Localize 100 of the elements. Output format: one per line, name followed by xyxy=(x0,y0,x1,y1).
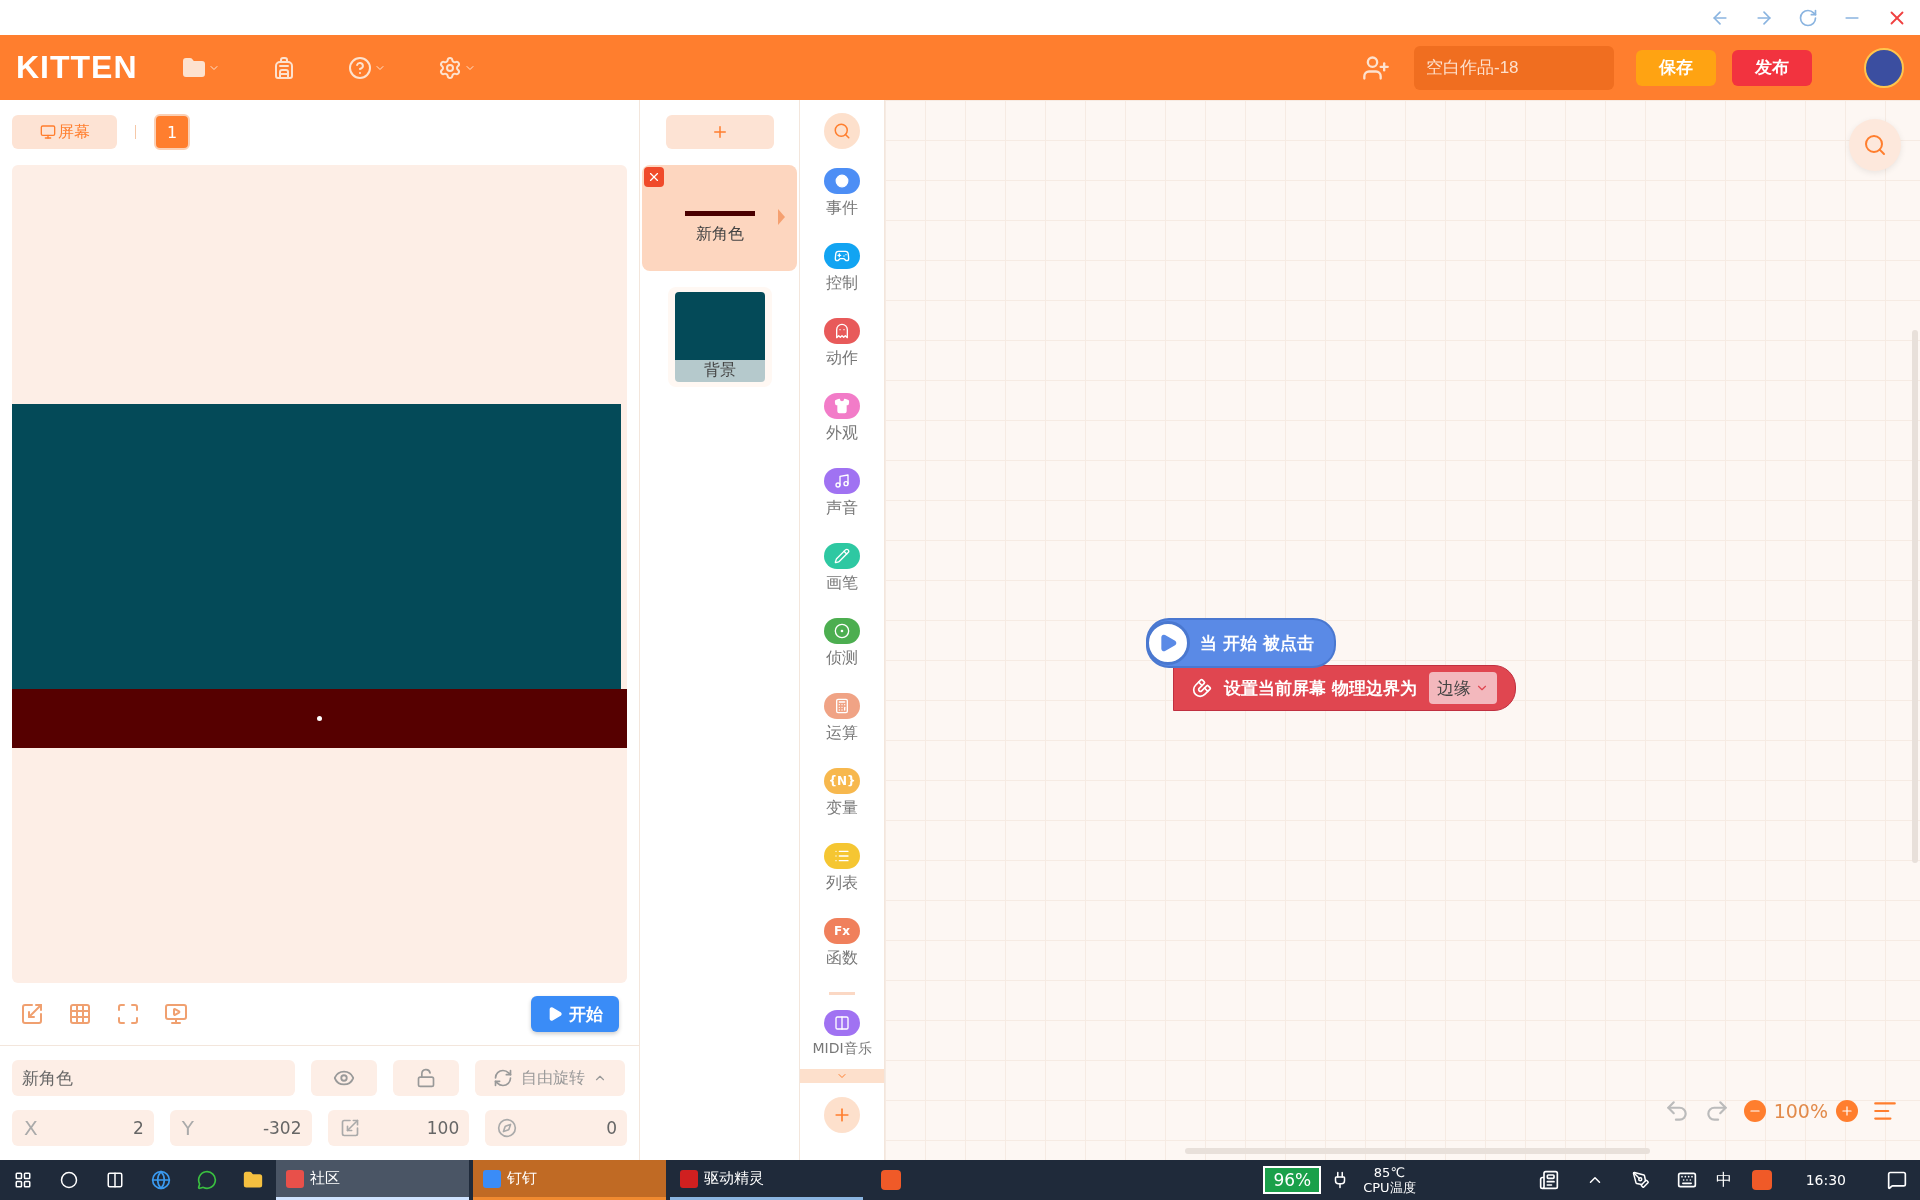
category-item[interactable]: 运算 xyxy=(800,688,884,763)
taskbar-app[interactable]: 钉钉 xyxy=(473,1160,666,1200)
taskbar-app[interactable]: 社区 xyxy=(276,1160,469,1200)
scale-icon xyxy=(339,1118,360,1138)
search-icon xyxy=(1863,133,1887,157)
category-item[interactable]: 画笔 xyxy=(800,538,884,613)
background-label: 背景 xyxy=(674,360,765,382)
category-item[interactable]: 控制 xyxy=(800,238,884,313)
category-badge: Fx xyxy=(824,918,860,944)
zoom-level: 100% xyxy=(1773,1100,1828,1122)
gamepad-icon xyxy=(834,248,850,264)
sprite-card[interactable]: 新角色 xyxy=(642,165,797,271)
preview-icon[interactable] xyxy=(164,1002,188,1027)
list-icon xyxy=(834,848,850,864)
direction-icon xyxy=(497,1118,518,1138)
app-icon xyxy=(286,1169,304,1188)
input-method-indicator[interactable]: 中 xyxy=(1715,1169,1732,1191)
settings-icon xyxy=(437,55,462,80)
app-icon xyxy=(483,1169,501,1188)
grid-icon[interactable] xyxy=(68,1002,92,1027)
lock-button[interactable] xyxy=(393,1060,459,1096)
block-search-button[interactable] xyxy=(1849,119,1901,171)
play-icon xyxy=(547,1006,563,1023)
ghost-icon xyxy=(834,323,850,339)
help-icon xyxy=(347,55,372,80)
rotation-mode-button[interactable]: 自由旋转 xyxy=(475,1060,625,1096)
close-icon xyxy=(647,170,661,184)
category-item[interactable]: 侦测 xyxy=(800,613,884,688)
zoom-out-button[interactable] xyxy=(1743,1100,1766,1122)
category-item[interactable]: Fx 函数 xyxy=(800,913,884,988)
category-item[interactable]: 事件 xyxy=(800,163,884,238)
add-user-icon[interactable] xyxy=(1362,53,1390,82)
category-item[interactable]: 声音 xyxy=(800,463,884,538)
app-icon xyxy=(680,1169,698,1188)
speech-bubble-icon xyxy=(197,1170,217,1190)
category-item[interactable]: 动作 xyxy=(800,313,884,388)
fullscreen-icon[interactable] xyxy=(116,1002,140,1027)
newspaper-icon xyxy=(1538,1170,1559,1190)
visibility-button[interactable] xyxy=(311,1060,377,1096)
sprite-name-field[interactable]: 新角色 xyxy=(12,1060,295,1096)
clock: 16:30 xyxy=(1805,1172,1846,1188)
number-field[interactable]: X 2 xyxy=(12,1110,154,1146)
center-dot xyxy=(317,715,322,721)
field-value: 2 xyxy=(132,1118,144,1138)
music-note-icon xyxy=(834,473,850,489)
app-logo: KITTEN xyxy=(16,49,138,86)
search-icon xyxy=(833,122,851,140)
screen-icon xyxy=(39,124,56,141)
refresh-icon[interactable] xyxy=(1798,7,1818,28)
pencil-icon xyxy=(834,548,850,564)
plus-icon xyxy=(1840,1104,1854,1118)
taskbar-app[interactable]: 驱动精灵 xyxy=(670,1160,863,1200)
zoom-in-button[interactable] xyxy=(1836,1100,1858,1122)
stage-size-icon[interactable] xyxy=(20,1002,44,1027)
input-app-icon[interactable] xyxy=(881,1170,901,1190)
grid-icon xyxy=(14,1171,32,1189)
columns-icon xyxy=(106,1171,124,1189)
page-button[interactable]: 1 xyxy=(154,114,190,151)
play-icon xyxy=(1146,621,1190,665)
piano-keys-icon xyxy=(834,1015,850,1031)
start-button[interactable]: 开始 xyxy=(531,996,619,1033)
command-block[interactable]: 设置当前屏幕 物理边界为 边缘 xyxy=(1173,665,1516,711)
number-field[interactable]: 100 xyxy=(327,1110,470,1146)
category-item[interactable]: MIDI音乐 xyxy=(800,1005,884,1069)
number-field[interactable]: 0 xyxy=(485,1110,627,1146)
event-block[interactable]: 当 开始 被点击 xyxy=(1146,618,1336,668)
axis-label: Y xyxy=(181,1116,194,1140)
category-badge: {N} xyxy=(824,768,860,794)
category-item[interactable]: 外观 xyxy=(800,388,884,463)
category-item[interactable]: {N} 变量 xyxy=(800,763,884,838)
expand-arrow-icon[interactable] xyxy=(778,209,785,225)
boundary-dropdown[interactable]: 边缘 xyxy=(1428,672,1497,704)
horizontal-scrollbar[interactable] xyxy=(1185,1148,1650,1154)
block-text: 当 开始 被点击 xyxy=(1200,631,1314,655)
category-item[interactable]: 列表 xyxy=(800,838,884,913)
publish-button[interactable]: 发布 xyxy=(1732,49,1812,86)
target-icon xyxy=(834,623,850,639)
vertical-scrollbar[interactable] xyxy=(1912,330,1918,863)
axis-label: X xyxy=(24,1116,38,1140)
sprite-thumbnail xyxy=(684,211,755,216)
background-card[interactable]: 背景 xyxy=(667,287,772,387)
delete-button[interactable] xyxy=(644,167,664,187)
input-app-icon[interactable] xyxy=(1751,1170,1772,1190)
dot-icon xyxy=(835,174,849,188)
field-value: 0 xyxy=(606,1118,617,1138)
add-extension-button[interactable] xyxy=(824,1097,860,1133)
number-field[interactable]: Y -302 xyxy=(169,1110,312,1146)
user-avatar[interactable] xyxy=(1864,47,1904,88)
temperature-value: 85℃ xyxy=(1373,1165,1405,1180)
block-text: 设置当前屏幕 物理边界为 xyxy=(1224,676,1417,700)
field-value: 100 xyxy=(426,1118,460,1138)
rotate-icon xyxy=(493,1068,513,1088)
folder-icon xyxy=(181,55,206,80)
globe-icon xyxy=(151,1170,171,1190)
shirt-icon xyxy=(834,398,850,414)
search-button[interactable] xyxy=(824,113,860,149)
battery-indicator: 96% xyxy=(1263,1166,1322,1194)
unlock-icon xyxy=(416,1068,436,1088)
calculator-icon xyxy=(834,698,850,714)
field-value: -302 xyxy=(262,1118,302,1138)
